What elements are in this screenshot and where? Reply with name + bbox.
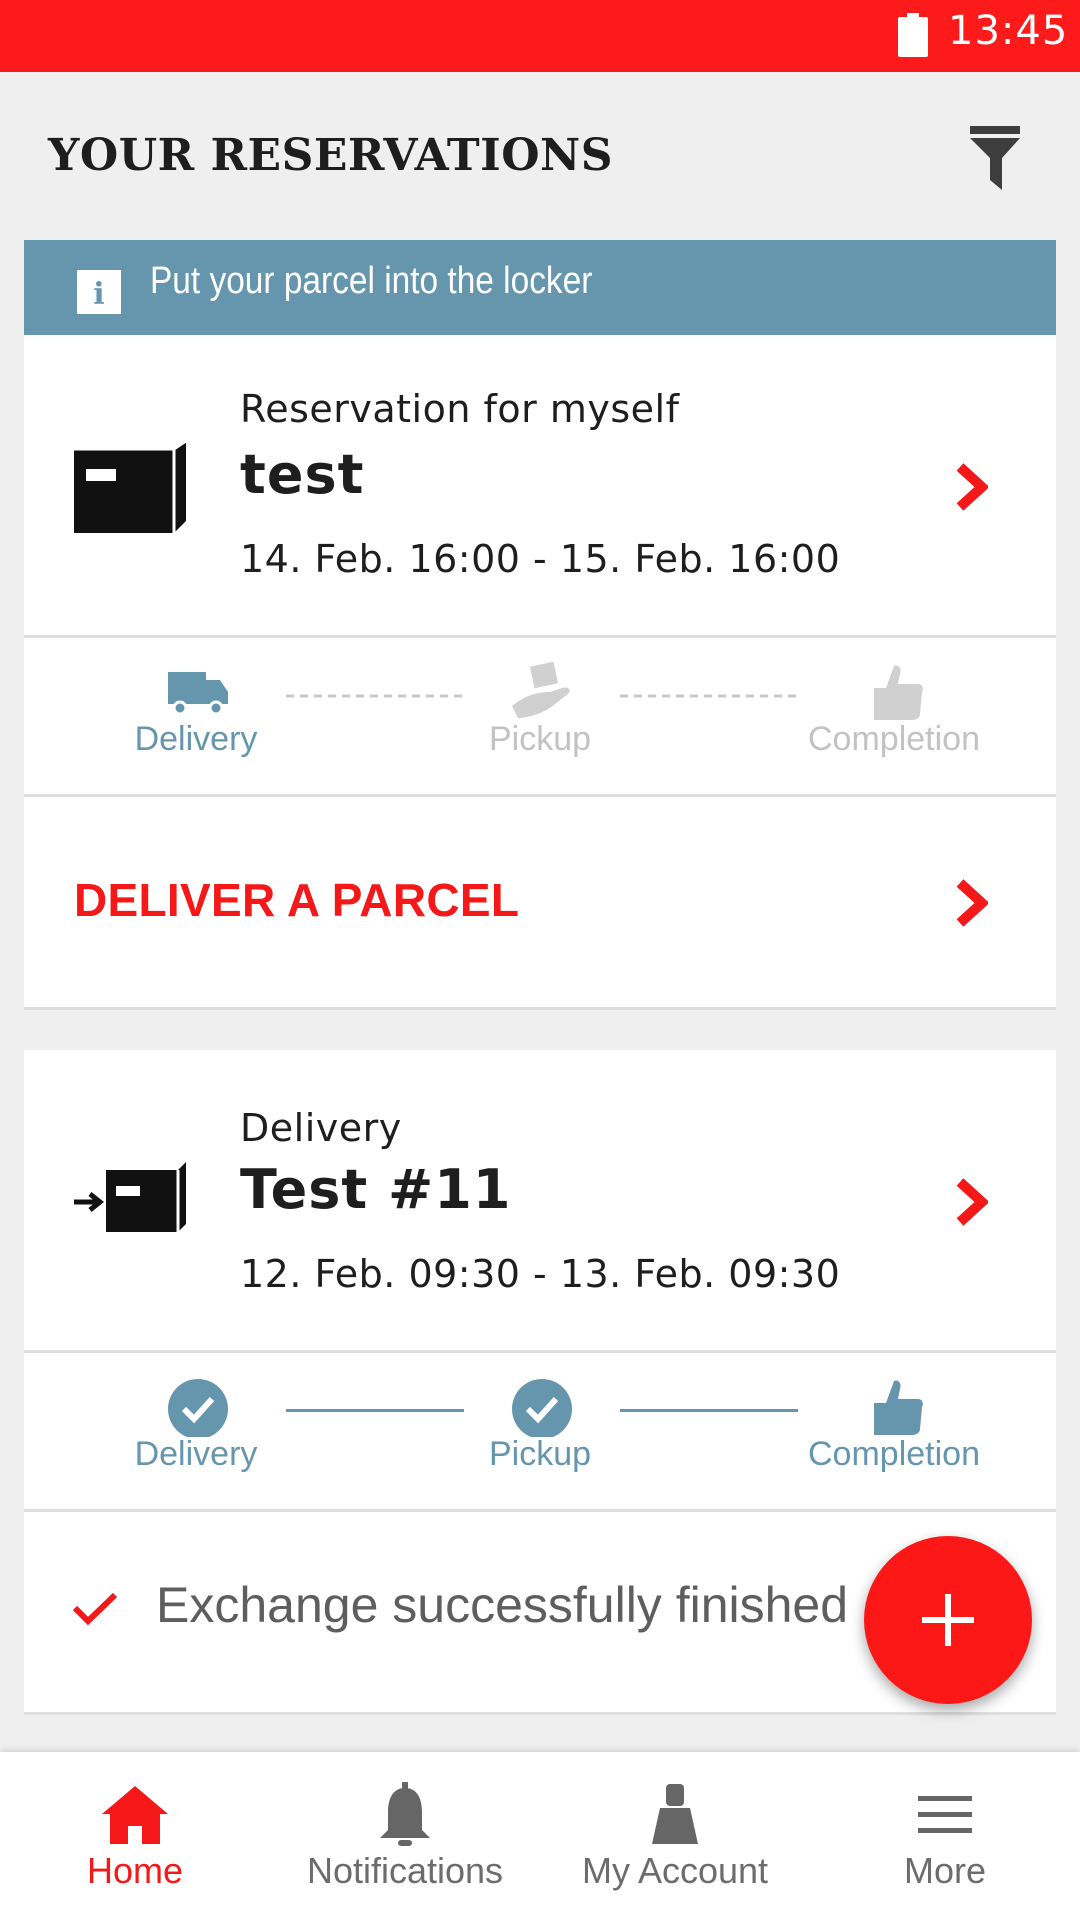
nav-home[interactable]: Home <box>0 1752 270 1920</box>
nav-my-account[interactable]: My Account <box>540 1752 810 1920</box>
reservation-dates: 14. Feb. 16:00 - 15. Feb. 16:00 <box>240 537 841 581</box>
deliver-parcel-button[interactable]: DELIVER A PARCEL <box>24 797 1056 1007</box>
page-header: YOUR RESERVATIONS <box>0 72 1080 240</box>
reservation-card[interactable]: Delivery Test #11 12. Feb. 09:30 - 13. F… <box>24 1050 1056 1350</box>
chevron-right-icon <box>956 463 988 511</box>
filter-icon[interactable] <box>968 124 1022 192</box>
menu-icon <box>918 1796 972 1833</box>
check-circle-icon <box>168 1379 228 1437</box>
hand-package-icon <box>512 662 570 718</box>
step-label: Completion <box>808 720 980 758</box>
banner-text: Put your parcel into the locker <box>150 260 593 302</box>
step-connector <box>286 694 464 698</box>
step-connector <box>620 694 798 698</box>
package-icon <box>74 441 186 533</box>
page-title: YOUR RESERVATIONS <box>48 130 614 181</box>
step-label: Pickup <box>488 720 592 758</box>
reservation-card[interactable]: Reservation for myself test 14. Feb. 16:… <box>24 335 1056 635</box>
nav-more[interactable]: More <box>810 1752 1080 1920</box>
nav-label: Home <box>86 1850 184 1891</box>
truck-icon <box>168 672 228 716</box>
add-reservation-button[interactable] <box>864 1536 1032 1704</box>
status-time: 13:45 <box>948 8 1069 54</box>
check-circle-icon <box>512 1379 572 1437</box>
chevron-right-icon <box>956 1178 988 1226</box>
step-label: Completion <box>808 1435 980 1473</box>
reservation-name: test <box>240 443 365 506</box>
divider <box>24 1007 1056 1010</box>
incoming-package-icon <box>74 1162 186 1232</box>
deliver-parcel-label: DELIVER A PARCEL <box>74 874 520 926</box>
home-icon <box>102 1786 168 1844</box>
step-label: Pickup <box>488 1435 592 1473</box>
battery-icon <box>898 13 928 57</box>
reservation-name: Test #11 <box>240 1158 512 1221</box>
reservation-subtitle: Delivery <box>240 1106 402 1150</box>
nav-label: My Account <box>581 1850 769 1891</box>
step-label: Delivery <box>134 720 258 758</box>
status-text: Exchange successfully finished <box>156 1577 849 1633</box>
nav-label: More <box>903 1850 987 1891</box>
nav-notifications[interactable]: Notifications <box>270 1752 540 1920</box>
thumbs-up-icon <box>874 1380 923 1435</box>
check-icon <box>72 1592 118 1626</box>
bottom-navigation: Home Notifications My Account More <box>0 1752 1080 1920</box>
step-label: Delivery <box>134 1435 258 1473</box>
account-icon <box>652 1784 698 1844</box>
info-icon: i <box>77 270 121 314</box>
reservation-dates: 12. Feb. 09:30 - 13. Feb. 09:30 <box>240 1252 841 1296</box>
progress-steps: Delivery Pickup Completion <box>24 638 1056 794</box>
divider <box>24 1712 1056 1715</box>
info-banner: i Put your parcel into the locker <box>24 240 1056 335</box>
bell-icon <box>380 1782 430 1846</box>
svg-text:i: i <box>93 277 104 312</box>
reservation-subtitle: Reservation for myself <box>240 387 680 431</box>
thumbs-up-icon <box>874 665 923 720</box>
status-bar: 13:45 <box>0 0 1080 72</box>
nav-label: Notifications <box>306 1850 504 1891</box>
progress-steps: Delivery Pickup Completion <box>24 1353 1056 1509</box>
step-connector <box>286 1409 464 1412</box>
chevron-right-icon <box>956 879 988 927</box>
step-connector <box>620 1409 798 1412</box>
